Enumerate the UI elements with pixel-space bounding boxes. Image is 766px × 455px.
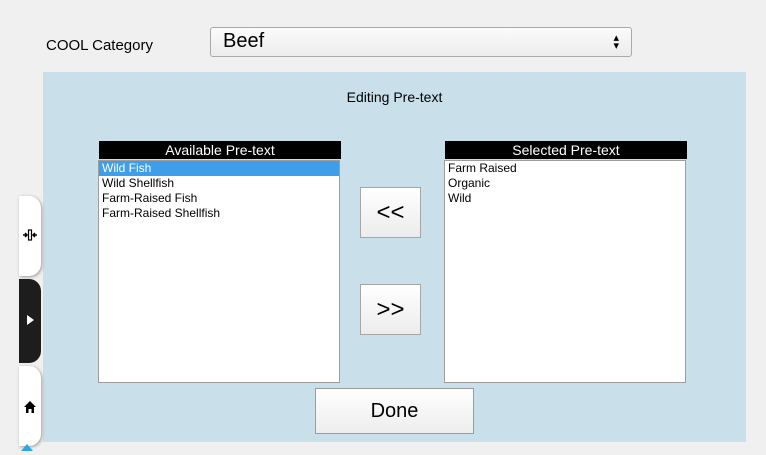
editing-panel: Editing Pre-text Available Pre-text Wild… (43, 72, 746, 442)
list-item[interactable]: Wild Fish (99, 161, 339, 176)
cool-category-value: Beef (223, 30, 265, 52)
home-dock-button[interactable] (19, 366, 41, 446)
home-icon (22, 399, 38, 420)
cool-category-label: COOL Category (46, 37, 153, 54)
available-pretext-header: Available Pre-text (99, 141, 341, 159)
scroll-indicator-icon (21, 444, 33, 451)
play-dock-button[interactable] (19, 279, 41, 363)
selected-pretext-list[interactable]: Selected Pre-text Farm Raised Organic Wi… (444, 141, 687, 383)
list-item[interactable]: Wild Shellfish (99, 176, 339, 191)
fit-dock-button[interactable] (19, 196, 41, 276)
cool-category-select[interactable]: Beef ▴ ▾ (210, 27, 632, 57)
selected-pretext-header: Selected Pre-text (445, 141, 687, 159)
play-icon (22, 312, 38, 333)
left-dock (19, 196, 42, 451)
app-frame: COOL Category Beef ▴ ▾ Editing Pre-text A… (0, 0, 766, 455)
panel-title: Editing Pre-text (346, 89, 443, 105)
done-button[interactable]: Done (315, 388, 474, 434)
list-item[interactable]: Farm-Raised Fish (99, 191, 339, 206)
available-pretext-list[interactable]: Available Pre-text Wild Fish Wild Shellf… (98, 141, 341, 383)
list-item[interactable]: Wild (445, 191, 685, 206)
list-item[interactable]: Farm-Raised Shellfish (99, 206, 339, 221)
list-item[interactable]: Farm Raised (445, 161, 685, 176)
move-right-button[interactable]: >> (360, 284, 421, 335)
move-left-button[interactable]: << (360, 187, 421, 238)
list-item[interactable]: Organic (445, 176, 685, 191)
fit-icon (22, 229, 38, 244)
select-arrows-icon: ▴ ▾ (613, 32, 619, 52)
